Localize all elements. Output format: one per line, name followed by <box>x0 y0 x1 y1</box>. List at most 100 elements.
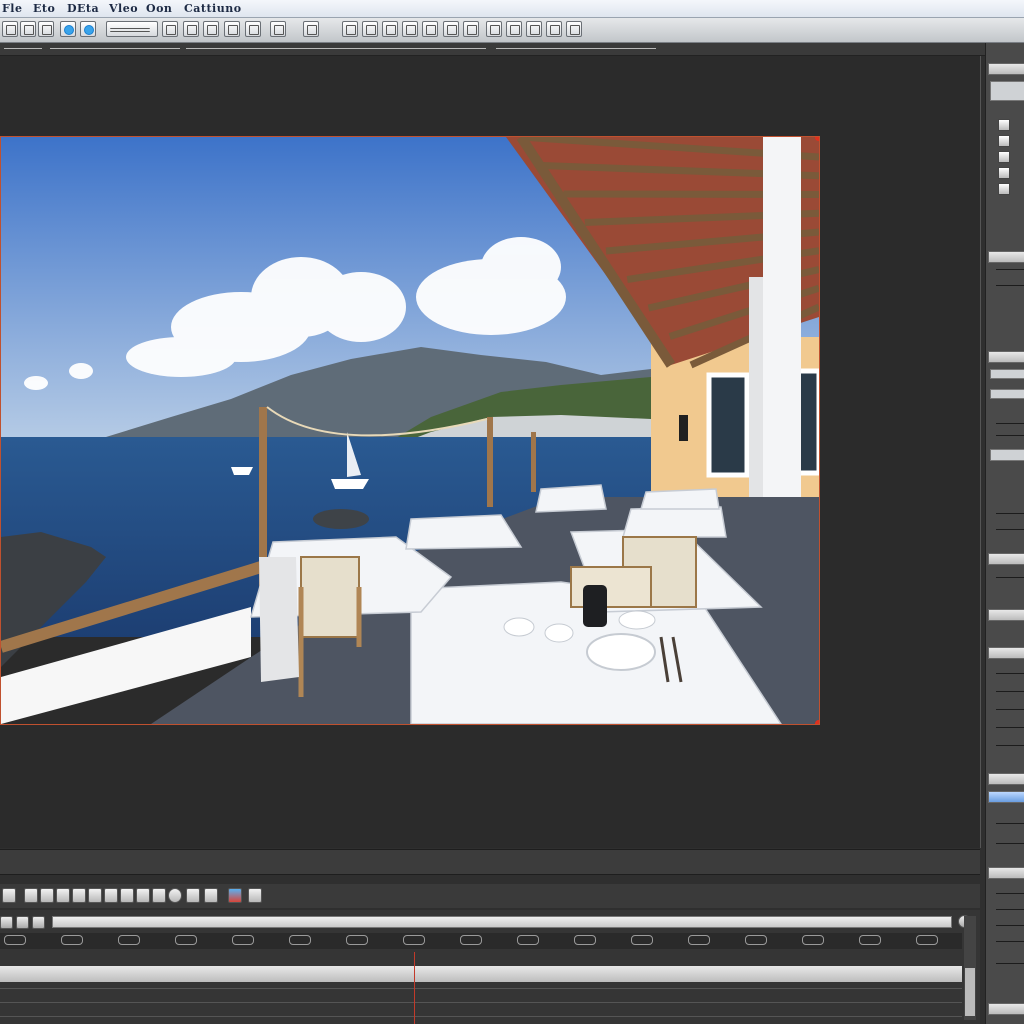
panel-section-header[interactable] <box>988 773 1024 785</box>
menu-view[interactable]: Vleo <box>109 2 138 15</box>
panel-section-header[interactable] <box>988 251 1024 263</box>
post <box>531 432 536 492</box>
cameras-icon[interactable] <box>998 167 1010 179</box>
save-icon[interactable] <box>38 21 54 37</box>
ruler-tick <box>118 935 140 945</box>
set-key-icon[interactable] <box>24 888 38 903</box>
search-icon[interactable] <box>16 916 29 929</box>
curve-icon[interactable] <box>204 888 218 903</box>
panel-section-header[interactable] <box>988 553 1024 565</box>
go-start-icon[interactable] <box>72 888 86 903</box>
time-config-icon[interactable] <box>186 888 200 903</box>
key-tangent-icon[interactable] <box>152 888 166 903</box>
command-panel <box>985 43 1024 1024</box>
panel-text-row <box>996 941 1024 942</box>
helpers-icon[interactable] <box>998 183 1010 195</box>
ruler-tick <box>916 935 938 945</box>
environment-icon[interactable] <box>526 21 542 37</box>
frame-ruler[interactable] <box>0 933 962 949</box>
table <box>622 506 727 538</box>
scrollbar-thumb[interactable] <box>965 968 975 1016</box>
menu-edit[interactable]: Eto <box>33 2 55 15</box>
filter-icon[interactable] <box>32 916 45 929</box>
mirror-icon[interactable] <box>342 21 358 37</box>
go-end-icon[interactable] <box>136 888 150 903</box>
selection-filter-dropdown[interactable] <box>106 21 158 37</box>
schematic-icon[interactable] <box>422 21 438 37</box>
panel-text-row <box>996 909 1024 910</box>
settings-icon[interactable] <box>566 21 582 37</box>
menu-data[interactable]: DEta <box>67 2 99 15</box>
frame-corner-handle[interactable] <box>815 720 819 724</box>
angle-snap-icon[interactable] <box>303 21 319 37</box>
layer-manager-icon[interactable] <box>248 888 262 903</box>
menu-bar: Fle Eto DEta Vleo Oon Cattiuno <box>0 0 1024 18</box>
prev-frame-icon[interactable] <box>88 888 102 903</box>
timeline <box>0 910 980 1024</box>
curve-editor-icon[interactable] <box>402 21 418 37</box>
panel-field[interactable] <box>990 449 1024 461</box>
select-region-icon[interactable] <box>183 21 199 37</box>
viewport-scrollbar[interactable] <box>0 849 980 875</box>
panel-field[interactable] <box>990 369 1024 379</box>
ruler-tick <box>574 935 596 945</box>
geometry-icon[interactable] <box>998 119 1010 131</box>
record-icon[interactable] <box>168 888 182 903</box>
panel-section-header[interactable] <box>988 867 1024 879</box>
open-file-icon[interactable] <box>20 21 36 37</box>
lock-icon[interactable] <box>0 916 13 929</box>
track-divider <box>0 988 962 989</box>
auto-key-icon[interactable] <box>40 888 54 903</box>
panel-section-header[interactable] <box>988 1003 1024 1015</box>
wall-lamp <box>679 415 688 441</box>
panel-text-row <box>996 709 1024 710</box>
rotate-icon[interactable] <box>224 21 240 37</box>
select-arrow-icon[interactable] <box>162 21 178 37</box>
next-frame-icon[interactable] <box>120 888 134 903</box>
render-viewport[interactable] <box>0 136 820 725</box>
ribbon-strip <box>0 43 985 56</box>
panel-section-header[interactable] <box>988 351 1024 363</box>
time-slider[interactable] <box>52 916 952 928</box>
effects-icon[interactable] <box>546 21 562 37</box>
play-icon[interactable] <box>104 888 118 903</box>
key-mode-icon[interactable] <box>2 888 16 903</box>
snap-icon[interactable] <box>270 21 286 37</box>
color-swatch-icon[interactable] <box>228 888 242 903</box>
playhead[interactable] <box>414 952 415 1024</box>
panel-dropdown[interactable] <box>990 81 1024 101</box>
menu-options[interactable]: Oon <box>146 2 172 15</box>
scale-icon[interactable] <box>245 21 261 37</box>
scene-render[interactable] <box>1 137 819 724</box>
ruler-tick <box>688 935 710 945</box>
lights-icon[interactable] <box>998 151 1010 163</box>
material-editor-icon[interactable] <box>443 21 459 37</box>
shapes-icon[interactable] <box>998 135 1010 147</box>
track-bar[interactable] <box>0 966 962 982</box>
menu-customize[interactable]: Cattiuno <box>184 2 242 15</box>
render-setup-icon[interactable] <box>463 21 479 37</box>
key-filters-icon[interactable] <box>56 888 70 903</box>
panel-text-row <box>996 691 1024 692</box>
panel-tab-create[interactable] <box>988 63 1024 75</box>
panel-text-row <box>996 843 1024 844</box>
layer-icon[interactable] <box>382 21 398 37</box>
timeline-scrollbar[interactable] <box>964 916 976 1020</box>
panel-tab-selected[interactable] <box>988 791 1024 803</box>
target-icon[interactable] <box>80 21 96 37</box>
menu-file[interactable]: Fle <box>2 2 23 15</box>
refresh-icon[interactable] <box>60 21 76 37</box>
track-divider <box>0 1002 962 1003</box>
new-file-icon[interactable] <box>2 21 18 37</box>
panel-field[interactable] <box>990 389 1024 399</box>
move-icon[interactable] <box>203 21 219 37</box>
ruler-tick <box>175 935 197 945</box>
animation-toolbar <box>0 884 980 908</box>
panel-section-header[interactable] <box>988 609 1024 621</box>
align-icon[interactable] <box>362 21 378 37</box>
render-frame-icon[interactable] <box>486 21 502 37</box>
panel-section-header[interactable] <box>988 647 1024 659</box>
panel-text-row <box>996 745 1024 746</box>
render-icon[interactable] <box>506 21 522 37</box>
frame-corner-handle[interactable] <box>815 137 819 141</box>
